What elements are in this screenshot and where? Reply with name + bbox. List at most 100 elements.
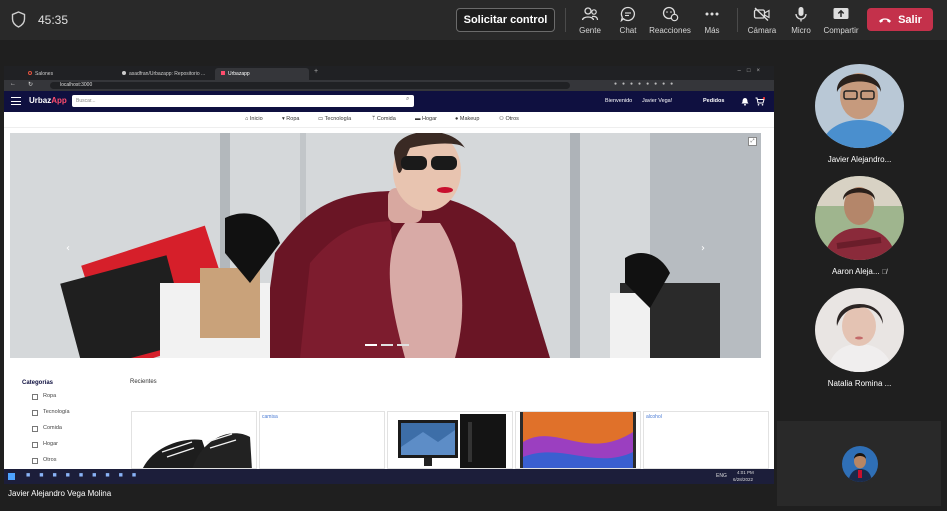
product-card[interactable]: alcohol bbox=[643, 411, 769, 469]
product-image-alt: alcohol bbox=[646, 414, 662, 420]
more-label: Más bbox=[704, 26, 720, 35]
svg-text:›: › bbox=[701, 243, 705, 254]
product-card[interactable] bbox=[387, 411, 513, 469]
search-input[interactable]: Buscar... bbox=[72, 95, 414, 107]
nav-comida[interactable]: ᛘ Comida bbox=[372, 116, 396, 122]
recent-heading: Recientes bbox=[130, 379, 157, 385]
nav-label: Otros bbox=[505, 116, 519, 122]
nav-inicio[interactable]: ⌂ Inicio bbox=[245, 116, 263, 122]
product-image bbox=[516, 412, 640, 468]
new-tab-icon[interactable]: + bbox=[314, 68, 318, 75]
svg-text:‹: ‹ bbox=[66, 243, 70, 254]
filter-label: Ropa bbox=[43, 393, 57, 399]
camera-off-icon bbox=[753, 7, 770, 22]
toolbar-divider bbox=[737, 8, 738, 32]
microphone-icon bbox=[795, 7, 807, 22]
reactions-button[interactable]: Reacciones bbox=[647, 6, 693, 36]
filter-checkbox[interactable] bbox=[32, 442, 38, 448]
start-icon[interactable] bbox=[8, 473, 15, 480]
shield-icon bbox=[11, 11, 26, 28]
notifications-icon[interactable] bbox=[741, 97, 749, 106]
nav-hogar[interactable]: ▬ Hogar bbox=[415, 116, 437, 122]
expand-icon[interactable]: ⤢ bbox=[748, 137, 757, 146]
filter-checkbox[interactable] bbox=[32, 394, 38, 400]
app-logo[interactable]: UrbazApp bbox=[29, 96, 67, 105]
url-field[interactable]: localhost:3000 bbox=[50, 82, 570, 89]
window-controls[interactable]: –□× bbox=[738, 68, 766, 74]
extensions-icons[interactable]: ●●●●●●●● bbox=[614, 81, 678, 87]
browser-tab[interactable]: Salones bbox=[22, 68, 59, 80]
participant-video bbox=[815, 176, 904, 260]
product-image bbox=[143, 433, 252, 468]
share-icon bbox=[833, 8, 849, 19]
hero-carousel[interactable]: ‹ › ⤢ bbox=[10, 133, 761, 358]
share-button[interactable]: Compartir bbox=[818, 6, 864, 36]
shared-screen: Salones asadfran/Urbazapp: Repositorio .… bbox=[4, 66, 774, 484]
windows-taskbar: ■■■■■■■■■ ENG 4:01 PM 6/28/2022 bbox=[4, 469, 774, 484]
reload-icon[interactable]: ↻ bbox=[28, 81, 33, 88]
taskbar-date: 6/28/2022 bbox=[733, 477, 754, 482]
tab-title: Urbazapp bbox=[228, 71, 250, 77]
nav-label: Inicio bbox=[249, 116, 263, 122]
chat-label: Chat bbox=[619, 26, 637, 35]
people-icon bbox=[581, 7, 599, 21]
leave-button[interactable]: Salir bbox=[867, 8, 933, 31]
product-card[interactable] bbox=[515, 411, 641, 469]
reactions-label: Reacciones bbox=[649, 26, 691, 35]
more-icon bbox=[705, 12, 719, 16]
github-icon bbox=[122, 71, 126, 75]
filter-label: Comida bbox=[43, 425, 62, 431]
self-view[interactable] bbox=[777, 421, 941, 506]
participant-video bbox=[815, 64, 904, 148]
logo-main: Urbaz bbox=[29, 96, 52, 105]
nav-label: Hogar bbox=[422, 116, 438, 122]
phone-hangup-icon bbox=[879, 17, 892, 23]
orders-link[interactable]: Pedidos bbox=[703, 98, 724, 104]
product-card[interactable]: camisa bbox=[259, 411, 385, 469]
cart-icon[interactable] bbox=[755, 97, 765, 106]
tab-favicon-icon bbox=[28, 71, 32, 75]
filter-label: Otros bbox=[43, 457, 57, 463]
product-card[interactable] bbox=[131, 411, 257, 469]
more-button[interactable]: Más bbox=[689, 6, 735, 36]
participant-tile[interactable]: Javier Alejandro... bbox=[806, 64, 913, 171]
participant-tile[interactable]: Aaron Aleja... 🎙̸ bbox=[806, 176, 913, 283]
taskbar-app-icons[interactable]: ■■■■■■■■■ bbox=[26, 472, 145, 479]
filter-checkbox[interactable] bbox=[32, 458, 38, 464]
back-icon[interactable]: ← bbox=[10, 81, 16, 87]
presenter-name: Javier Alejandro Vega Molina bbox=[8, 489, 112, 498]
user-name[interactable]: Javier Vega! bbox=[642, 98, 672, 104]
nav-ropa[interactable]: ▾ Ropa bbox=[282, 116, 299, 122]
menu-icon[interactable] bbox=[11, 97, 21, 105]
search-icon[interactable]: ⌕ bbox=[406, 96, 409, 103]
nav-makeup[interactable]: ● Makeup bbox=[455, 116, 479, 122]
browser-tab-active[interactable]: Urbazapp bbox=[215, 68, 309, 80]
tab-title: Salones bbox=[35, 71, 54, 77]
participant-name: Aaron Aleja... 🎙̸ bbox=[806, 267, 913, 276]
hero-image: ‹ › bbox=[10, 133, 761, 358]
reactions-icon bbox=[662, 6, 678, 22]
browser-tab[interactable]: asadfran/Urbazapp: Repositorio ... bbox=[116, 68, 211, 80]
nav-otros[interactable]: ⚇ Otros bbox=[499, 116, 519, 122]
logo-accent: App bbox=[51, 96, 67, 105]
request-control-button[interactable]: Solicitar control bbox=[456, 8, 555, 32]
meeting-toolbar: 45:35 Solicitar control Gente Chat Reacc… bbox=[0, 0, 947, 40]
filter-label: Hogar bbox=[43, 441, 58, 447]
category-nav: ⌂ Inicio ▾ Ropa ▭ Tecnología ᛘ Comida ▬ … bbox=[4, 112, 774, 128]
participant-name: Javier Alejandro... bbox=[827, 155, 892, 164]
self-avatar bbox=[842, 446, 878, 482]
categories-heading: Categorías bbox=[22, 380, 54, 386]
nav-label: Tecnología bbox=[324, 116, 352, 122]
participant-video bbox=[815, 288, 904, 372]
toolbar-divider bbox=[565, 8, 566, 32]
welcome-text: Bienvenido bbox=[605, 98, 633, 104]
tab-favicon-icon bbox=[221, 71, 225, 75]
filter-checkbox[interactable] bbox=[32, 426, 38, 432]
participant-name: Natalia Romina ... bbox=[827, 379, 892, 388]
nav-tecnologia[interactable]: ▭ Tecnología bbox=[318, 116, 351, 122]
nav-label: Comida bbox=[376, 116, 396, 122]
participant-tile[interactable]: Natalia Romina ... bbox=[806, 288, 913, 395]
chat-button[interactable]: Chat bbox=[605, 6, 651, 36]
product-image-alt: camisa bbox=[262, 414, 278, 420]
filter-checkbox[interactable] bbox=[32, 410, 38, 416]
